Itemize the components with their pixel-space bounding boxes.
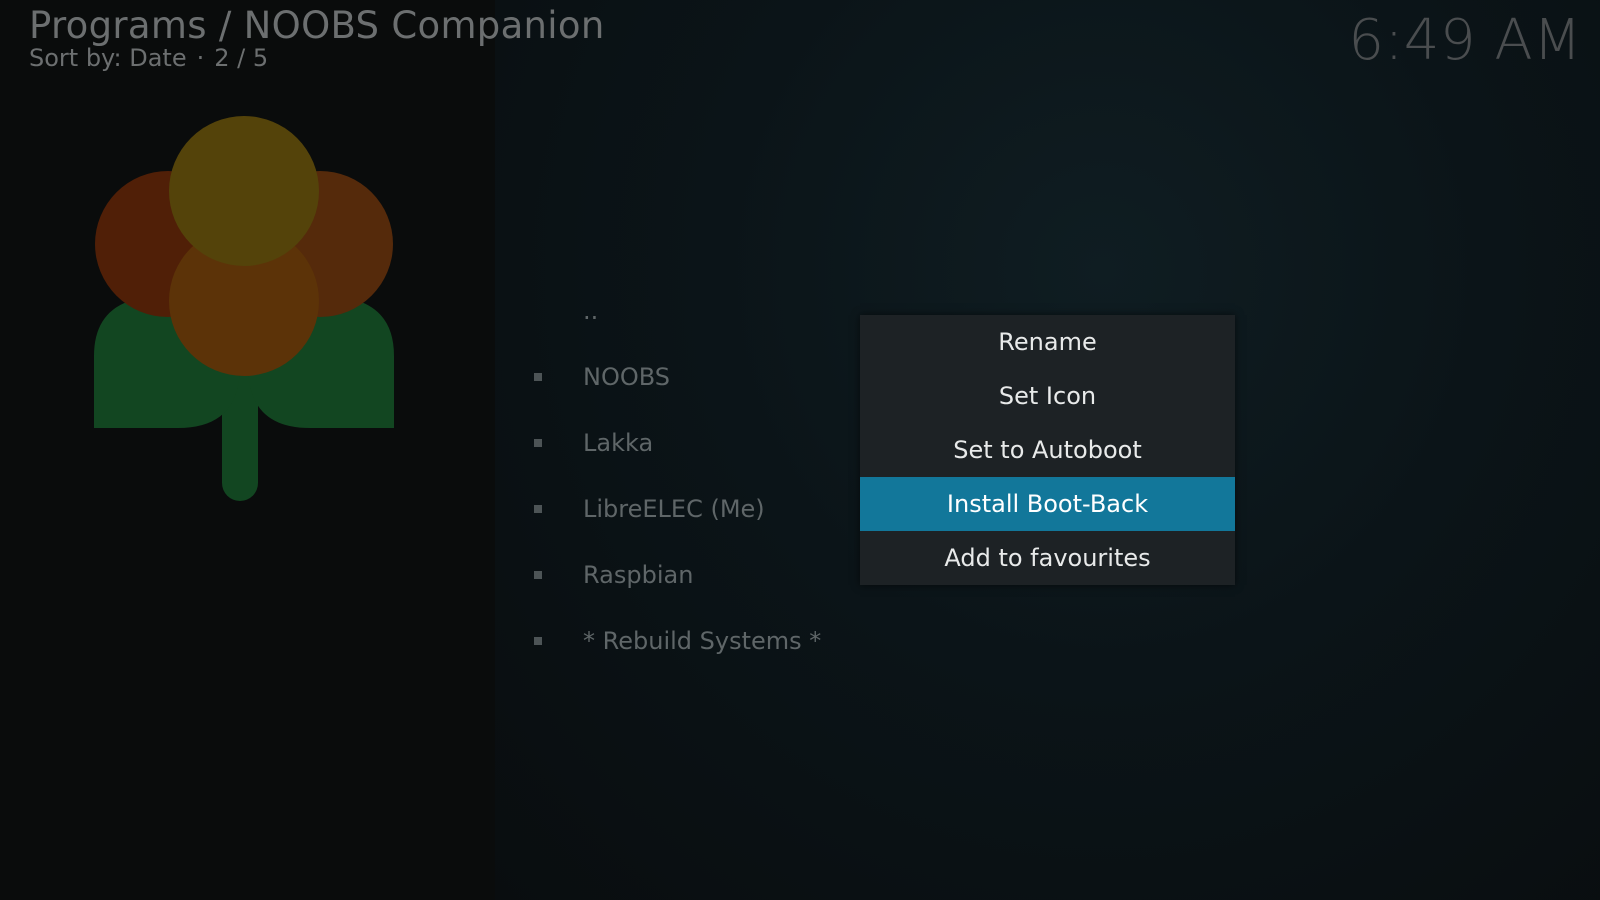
list-item-noobs[interactable]: NOOBS: [530, 344, 860, 410]
file-list: .. NOOBS Lakka LibreELEC (Me) Raspbian *…: [530, 278, 860, 674]
list-item-label: Lakka: [583, 429, 654, 457]
menu-item-add-to-favourites[interactable]: Add to favourites: [860, 531, 1235, 585]
list-item-libreelec[interactable]: LibreELEC (Me): [530, 476, 860, 542]
item-position: 2 / 5: [214, 44, 269, 72]
list-item-rebuild-systems[interactable]: * Rebuild Systems *: [530, 608, 860, 674]
clock: 6:49 AM: [1348, 8, 1582, 73]
bullet-icon: [534, 439, 542, 447]
menu-item-rename[interactable]: Rename: [860, 315, 1235, 369]
sort-label[interactable]: Sort by: Date: [29, 44, 187, 72]
list-item-lakka[interactable]: Lakka: [530, 410, 860, 476]
list-item-raspbian[interactable]: Raspbian: [530, 542, 860, 608]
list-item-label: Raspbian: [583, 561, 694, 589]
bullet-icon: [534, 505, 542, 513]
list-item-label: NOOBS: [583, 363, 671, 391]
bullet-icon: [534, 637, 542, 645]
noobs-raspberry-flower-icon: [94, 116, 394, 501]
sort-status: Sort by: Date · 2 / 5: [29, 44, 268, 72]
menu-item-set-icon[interactable]: Set Icon: [860, 369, 1235, 423]
menu-item-set-to-autoboot[interactable]: Set to Autoboot: [860, 423, 1235, 477]
bullet-icon: [534, 373, 542, 381]
list-item-label: LibreELEC (Me): [583, 495, 765, 523]
page-title: Programs / NOOBS Companion: [29, 4, 605, 47]
bullet-icon: [534, 571, 542, 579]
context-menu: Rename Set Icon Set to Autoboot Install …: [860, 315, 1235, 585]
list-item-label: * Rebuild Systems *: [583, 627, 822, 655]
list-item-parent-folder[interactable]: ..: [530, 278, 860, 344]
separator-dot: ·: [196, 44, 205, 72]
list-item-label: ..: [583, 297, 599, 325]
menu-item-install-boot-back[interactable]: Install Boot-Back: [860, 477, 1235, 531]
